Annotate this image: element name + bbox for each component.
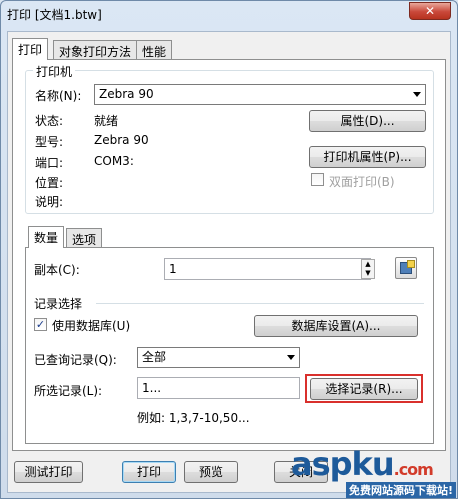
model-label: 型号:	[35, 135, 64, 149]
queried-records-select[interactable]: 全部	[137, 347, 300, 368]
stepper-down-icon[interactable]: ▼	[362, 269, 374, 278]
selected-records-input[interactable]: 1...	[137, 377, 300, 399]
watermark-suffix: .com	[393, 460, 434, 479]
printer-name-value: Zebra 90	[99, 87, 154, 101]
status-label: 状态:	[35, 114, 64, 128]
copies-stepper[interactable]: ▲ ▼	[361, 259, 375, 279]
calculator-icon[interactable]	[395, 257, 417, 279]
printer-group-label: 打印机	[33, 63, 76, 80]
duplex-checkbox[interactable]	[311, 173, 324, 186]
watermark-brand: aspku.com	[291, 445, 434, 483]
use-database-checkbox[interactable]: ✓	[34, 318, 47, 331]
tab-quantity[interactable]: 数量	[28, 226, 65, 248]
print-tab-panel: 打印机 名称(N): Zebra 90 状态: 就绪 属性(D)... 型号: …	[12, 59, 446, 451]
status-value: 就绪	[94, 114, 119, 128]
tab-performance[interactable]: 性能	[136, 40, 173, 60]
use-database-label: 使用数据库(U)	[52, 319, 131, 333]
tab-print[interactable]: 打印	[12, 38, 49, 60]
chevron-down-icon	[287, 355, 295, 360]
selected-records-label: 所选记录(L):	[34, 384, 103, 398]
location-label: 位置:	[35, 176, 64, 190]
copies-input[interactable]: 1	[164, 258, 371, 280]
database-settings-button[interactable]: 数据库设置(A)...	[254, 315, 418, 337]
duplex-label: 双面打印(B)	[329, 175, 395, 189]
queried-records-value: 全部	[142, 350, 167, 364]
copies-label: 副本(C):	[34, 263, 80, 277]
printer-properties-button[interactable]: 打印机属性(P)...	[309, 146, 426, 168]
watermark-brand-text: aspku	[291, 445, 395, 483]
dialog-client-area: 打印 对象打印方法 性能 打印机 名称(N): Zebra 90 状态: 就绪 …	[7, 31, 451, 493]
record-selection-label: 记录选择	[34, 297, 83, 311]
copies-value: 1	[169, 262, 177, 276]
quantity-tab-panel: 副本(C): 1 ▲ ▼ 记录选择 ✓ 使用数据库(U) 数据库设置(A)...…	[25, 247, 434, 444]
print-button[interactable]: 打印	[122, 461, 176, 483]
stepper-up-icon[interactable]: ▲	[362, 260, 374, 269]
port-value: COM3:	[94, 154, 134, 168]
comment-label: 说明:	[35, 195, 64, 209]
select-records-button[interactable]: 选择记录(R)...	[310, 378, 418, 400]
port-label: 端口:	[35, 156, 64, 170]
example-hint: 例如: 1,3,7-10,50...	[137, 411, 250, 425]
printer-name-label: 名称(N):	[35, 89, 82, 103]
queried-records-label: 已查询记录(Q):	[34, 353, 117, 367]
tab-options[interactable]: 选项	[66, 228, 103, 248]
preview-button[interactable]: 预览	[184, 461, 238, 483]
model-value: Zebra 90	[94, 133, 149, 147]
properties-button[interactable]: 属性(D)...	[309, 110, 426, 132]
window-title: 打印 [文档1.btw]	[7, 8, 102, 22]
printer-name-select[interactable]: Zebra 90	[94, 84, 426, 105]
tab-object-print-method[interactable]: 对象打印方法	[53, 40, 138, 60]
selected-records-value: 1...	[142, 381, 162, 395]
watermark-tagline: 免费网站源码下载站!	[346, 482, 457, 498]
title-bar: 打印 [文档1.btw] ✕	[1, 1, 457, 27]
record-selection-divider	[96, 303, 424, 304]
window-close-button[interactable]: ✕	[409, 2, 451, 20]
test-print-button[interactable]: 测试打印	[14, 461, 83, 483]
print-dialog: 打印 [文档1.btw] ✕ 打印 对象打印方法 性能 打印机 名称(N): Z…	[0, 0, 458, 499]
chevron-down-icon	[413, 92, 421, 97]
